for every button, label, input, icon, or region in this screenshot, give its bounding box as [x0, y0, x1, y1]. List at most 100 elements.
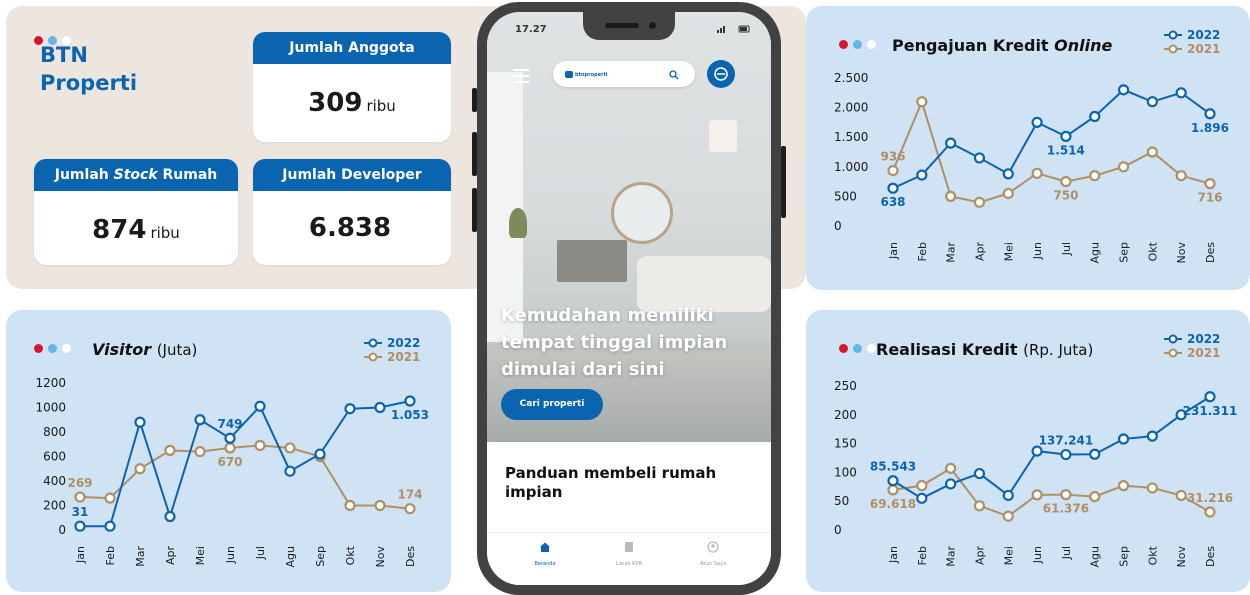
chat-button[interactable]: [707, 60, 735, 88]
data-point-2022: [374, 401, 386, 414]
data-label: 231.311: [1183, 404, 1238, 418]
data-point-2022: [224, 432, 236, 444]
brand-logo: btnproperti: [565, 71, 608, 78]
x-tick-label: Mar: [134, 546, 147, 567]
data-point-2021: [104, 492, 116, 504]
data-label: 1.514: [1047, 143, 1085, 157]
data-point-2022: [1204, 391, 1216, 403]
data-point-2021: [1031, 489, 1043, 501]
stat-anggota-value: 309: [308, 88, 363, 118]
x-tick-label: Okt: [1146, 241, 1159, 261]
visitor-chart: 0 200 400 600 800 1000 1200 Jan Feb Mar Apr Mei Jun J…: [35, 376, 429, 567]
stat-developer-value: 6.838: [308, 213, 392, 243]
data-point-2022: [1031, 445, 1043, 457]
y-tick-label: 100: [834, 465, 857, 479]
data-point-2022: [1117, 433, 1130, 445]
data-point-2022: [973, 467, 986, 480]
data-point-2022: [973, 152, 986, 164]
data-point-2022: [404, 395, 416, 407]
x-tick-label: Okt: [1146, 545, 1159, 565]
y-tick-label: 200: [43, 499, 66, 513]
data-point-2021: [284, 442, 296, 454]
data-point-2021: [194, 446, 206, 458]
tab-beranda[interactable]: Beranda: [515, 541, 575, 567]
x-tick-label: Jan: [887, 546, 900, 564]
y-tick-label: 400: [43, 474, 66, 488]
data-point-2021: [344, 499, 356, 512]
x-tick-label: Agu: [284, 546, 297, 567]
y-tick-label: 50: [834, 494, 849, 508]
y-tick-label: 150: [834, 437, 857, 451]
stat-developer: Jumlah Developer 6.838: [253, 159, 451, 265]
data-point-2022: [344, 403, 356, 415]
data-point-2021: [916, 96, 928, 108]
data-point-2022: [1146, 96, 1158, 108]
data-point-2022: [74, 520, 86, 532]
data-label: 85.543: [870, 460, 916, 474]
data-point-2022: [1060, 130, 1072, 142]
user-icon: [707, 541, 719, 553]
lamp: [709, 120, 737, 152]
guide-heading: Panduan membeli rumah impian: [505, 464, 717, 501]
chat-icon: [714, 67, 728, 81]
search-bar[interactable]: btnproperti: [553, 61, 695, 87]
data-point-2022: [254, 400, 266, 412]
y-tick-label: 1.000: [834, 160, 868, 174]
data-label: 269: [67, 476, 92, 490]
hero-headline: Kemudahan memiliki tempat tinggal impian…: [501, 305, 728, 380]
mirror: [611, 182, 673, 244]
x-tick-label: Agu: [1089, 242, 1102, 263]
x-tick-label: Des: [1204, 242, 1217, 263]
data-point-2022: [164, 510, 176, 523]
data-label: 670: [217, 455, 242, 469]
data-point-2022: [1060, 448, 1072, 461]
data-point-2021: [1060, 176, 1072, 188]
stat-anggota-unit: ribu: [366, 97, 396, 115]
x-tick-label: Sep: [1118, 546, 1131, 567]
phone-side-button: [472, 88, 477, 112]
data-point-2021: [1146, 146, 1158, 158]
data-label: 1.053: [391, 408, 429, 422]
x-tick-label: Apr: [973, 546, 986, 566]
brand-line1: BTN: [40, 43, 88, 67]
stat-anggota-label: Jumlah Anggota: [253, 32, 451, 64]
data-point-2022: [134, 416, 146, 428]
x-tick-label: Nov: [1175, 546, 1188, 568]
data-label: 936: [880, 150, 905, 164]
stat-stock-label: Jumlah Stock Rumah: [34, 159, 238, 191]
brand-title: BTN Properti: [40, 41, 137, 97]
data-point-2021: [1117, 480, 1130, 492]
y-tick-label: 1000: [35, 401, 66, 415]
y-tick-label: 1200: [35, 376, 66, 390]
pengajuan-chart-panel: Pengajuan Kredit Online 2022 2021 0 500 1.…: [806, 6, 1250, 290]
data-point-2021: [973, 500, 986, 512]
data-point-2022: [314, 448, 326, 460]
y-tick-label: 250: [834, 379, 857, 393]
status-time: 17.27: [515, 24, 547, 35]
data-point-2021: [404, 503, 416, 515]
menu-icon[interactable]: [513, 69, 529, 87]
tab-akun-saya[interactable]: Akun Saya: [683, 541, 743, 567]
y-tick-label: 0: [834, 523, 842, 537]
data-label: 137.241: [1039, 434, 1094, 448]
x-tick-label: Jun: [1031, 546, 1044, 564]
cari-properti-button[interactable]: Cari properti: [501, 389, 603, 420]
pengajuan-chart: 0 500 1.000 1.500 2.000 2.500 Jan Feb Mar Apr Mei J…: [834, 71, 1229, 263]
phone-volume-up: [472, 132, 477, 176]
series-line-2022: [80, 400, 411, 528]
x-tick-label: Mar: [945, 242, 958, 263]
data-label: 31: [72, 505, 89, 519]
tab-lacak-kpr[interactable]: Lacak KPR: [599, 541, 659, 567]
stat-stock-unit: ribu: [150, 224, 180, 242]
data-point-2021: [1089, 490, 1101, 503]
data-point-2022: [1146, 430, 1158, 442]
shelf: [557, 240, 627, 282]
phone-screen: 17.27 btnproperti Kemudahan memiliki tem…: [487, 12, 771, 585]
stat-developer-label: Jumlah Developer: [253, 159, 451, 191]
x-tick-label: Jun: [224, 546, 237, 564]
search-icon[interactable]: [669, 70, 679, 80]
data-point-2021: [945, 190, 957, 202]
data-point-2022: [1002, 168, 1014, 180]
x-tick-label: Mei: [194, 546, 207, 565]
x-tick-label: Feb: [916, 546, 929, 565]
